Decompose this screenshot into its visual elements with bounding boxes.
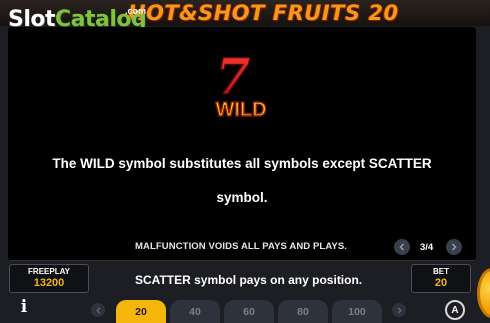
bet-option-60[interactable]: 60 [224,300,274,323]
malfunction-disclaimer: MALFUNCTION VOIDS ALL PAYS AND PLAYS. [135,241,348,252]
wild-description-line-2: symbol. [216,190,268,205]
bet-option-40[interactable]: 40 [170,300,220,323]
wild-label: WILD [215,99,266,120]
wild-symbol-icon: 7 WILD [215,54,267,120]
chevron-right-icon [452,243,457,251]
info-icon[interactable]: i [18,297,30,317]
wild-description-line-1: The WILD symbol substitutes all symbols … [52,156,432,171]
bet-increase-button[interactable] [392,303,406,317]
chevron-left-icon [95,306,100,314]
freeplay-value: 13200 [33,277,65,289]
bet-option-20[interactable]: 20 [116,300,166,323]
bet-box[interactable]: BET 20 [411,264,471,293]
freeplay-box: FREEPLAY 13200 [9,264,89,293]
bet-label: BET [433,267,449,276]
spin-button[interactable] [477,268,490,318]
bet-option-100[interactable]: 100 [332,300,382,323]
game-title: HOT&SHOT FRUITS 20 [128,1,399,25]
bet-value: 20 [434,277,448,289]
autoplay-icon: A [451,304,459,316]
freeplay-label: FREEPLAY [28,267,70,276]
page-indicator: 3/4 [420,242,434,253]
next-page-button[interactable] [446,239,462,255]
scatter-info-text: SCATTER symbol pays on any position. [135,273,363,287]
bet-decrease-button[interactable] [91,303,105,317]
bet-option-80[interactable]: 80 [278,300,328,323]
chevron-left-icon [399,243,404,251]
watermark-domain: .com [125,6,147,16]
autoplay-button[interactable]: A [445,300,465,320]
prev-page-button[interactable] [394,239,410,255]
chevron-right-icon [397,306,402,314]
